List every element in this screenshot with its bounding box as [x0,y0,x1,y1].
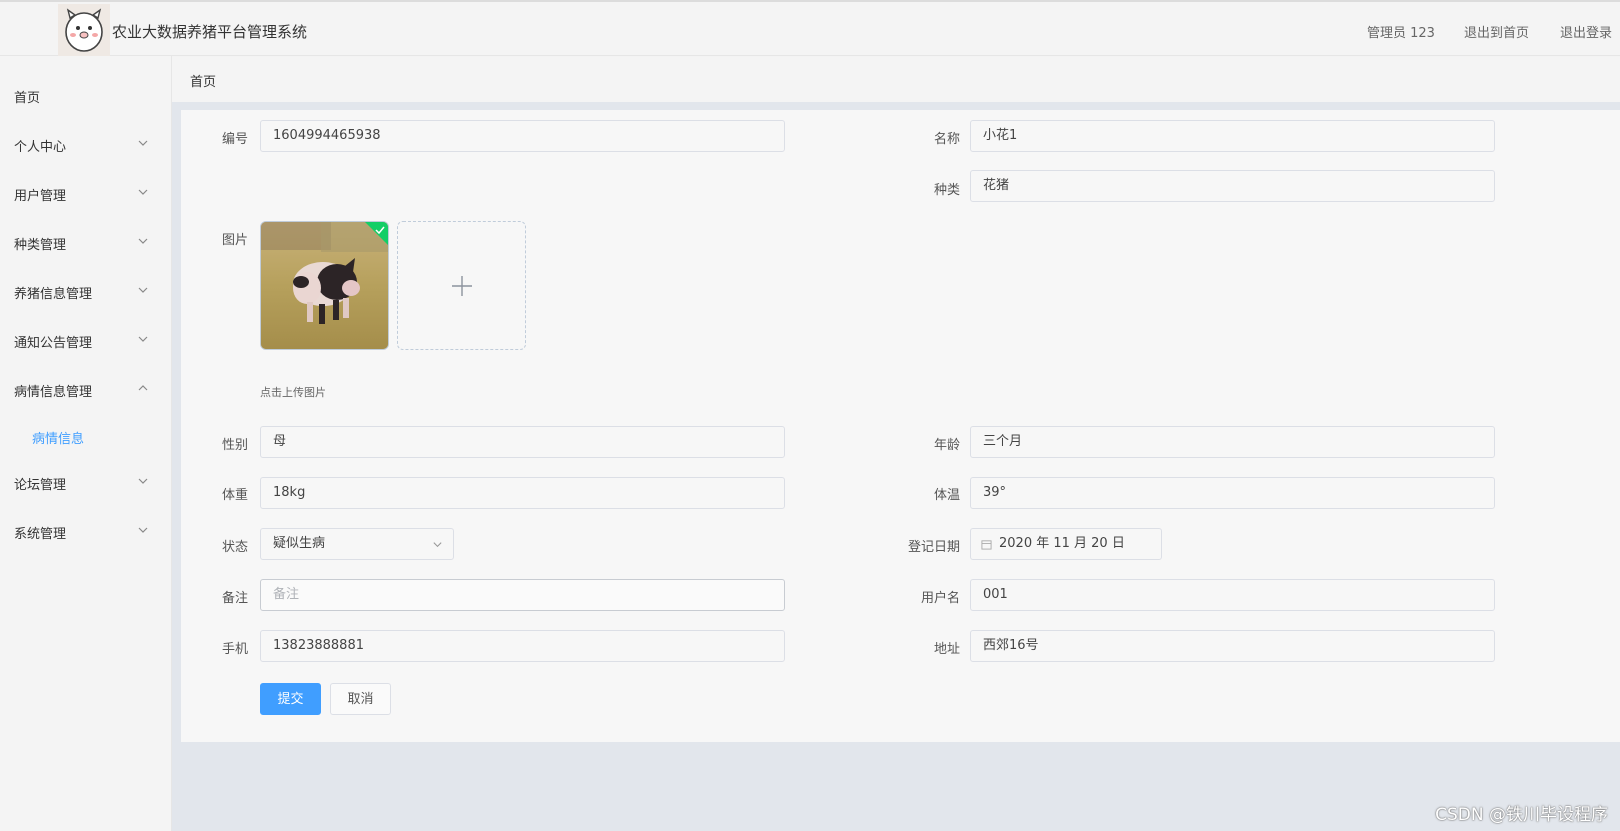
sidebar-item-label: 养猪信息管理 [14,287,93,302]
watermark: CSDN @铁川毕设程序 [1435,805,1608,825]
breadcrumb-home[interactable]: 首页 [190,71,216,90]
age-field[interactable]: 三个月 [970,426,1495,458]
sidebar-item-label: 首页 [14,91,41,106]
sidebar-item-label: 系统管理 [14,527,67,542]
weight-label: 体重 [221,488,248,503]
sidebar-item-user-management[interactable]: 用户管理 [0,172,171,216]
sidebar-item-notice-management[interactable]: 通知公告管理 [0,319,171,363]
top-bar: 农业大数据养猪平台管理系统 管理员 123 退出到首页 退出登录 [0,0,1620,56]
code-label: 编号 [221,132,248,147]
temperature-field[interactable]: 39° [970,477,1495,509]
sidebar-item-pig-info-management[interactable]: 养猪信息管理 [0,270,171,314]
phone-label: 手机 [221,642,248,657]
remark-label: 备注 [221,591,248,606]
sidebar-item-label: 个人中心 [14,140,67,155]
status-select-value: 疑似生病 [273,536,326,551]
upload-tip: 点击上传图片 [260,386,326,399]
address-label: 地址 [933,642,960,657]
phone-field[interactable]: 13823888881 [260,630,785,662]
weight-field[interactable]: 18kg [260,477,785,509]
cancel-button[interactable]: 取消 [330,683,391,715]
status-label: 状态 [221,540,248,555]
temperature-label: 体温 [933,488,960,503]
breadcrumb: 首页 [172,57,1620,102]
sidebar-item-forum-management[interactable]: 论坛管理 [0,461,171,505]
submit-button[interactable]: 提交 [260,683,321,715]
chevron-down-icon [138,336,148,342]
chevron-down-icon [138,287,148,293]
plus-icon [452,276,472,296]
chevron-down-icon [138,238,148,244]
uploaded-pig-image[interactable] [260,221,389,350]
sidebar-item-home[interactable]: 首页 [0,74,171,118]
address-field[interactable]: 西郊16号 [970,630,1495,662]
sidebar-item-label: 用户管理 [14,189,67,204]
chevron-down-icon [138,140,148,146]
sidebar-subitem-label: 病情信息 [32,432,85,447]
code-field[interactable]: 1604994465938 [260,120,785,152]
image-label: 图片 [221,233,248,248]
gender-field[interactable]: 母 [260,426,785,458]
sidebar-item-label: 通知公告管理 [14,336,93,351]
sidebar-item-label: 论坛管理 [14,478,67,493]
chevron-down-icon [138,527,148,533]
status-select[interactable]: 疑似生病 [260,528,454,560]
upload-add-button[interactable] [397,221,526,350]
category-label: 种类 [933,183,960,198]
reg-date-label: 登记日期 [907,540,960,555]
back-to-home-link[interactable]: 退出到首页 [1464,22,1529,41]
username-label: 用户名 [920,591,960,606]
name-field[interactable]: 小花1 [970,120,1495,152]
current-user: 管理员 123 [1367,26,1435,41]
remark-field[interactable]: 备注 [260,579,785,611]
sidebar-item-disease-info-management[interactable]: 病情信息管理 [0,368,171,412]
sidebar: 首页 个人中心 用户管理 种类管理 养猪信息管理 通知公告管理 病情信息管理 病… [0,56,172,831]
sidebar-item-label: 种类管理 [14,238,67,253]
chevron-down-icon [433,542,442,548]
sidebar-item-category-management[interactable]: 种类管理 [0,221,171,265]
logout-link[interactable]: 退出登录 [1560,22,1612,41]
sidebar-item-personal-center[interactable]: 个人中心 [0,123,171,167]
sidebar-subitem-disease-info[interactable]: 病情信息 [0,418,171,454]
reg-date-value: 2020 年 11 月 20 日 [999,536,1125,551]
chevron-down-icon [138,478,148,484]
logo [58,4,110,56]
sidebar-item-system-management[interactable]: 系统管理 [0,510,171,554]
sidebar-item-label: 病情信息管理 [14,385,93,400]
reg-date-picker[interactable]: 2020 年 11 月 20 日 [970,528,1162,560]
gender-label: 性别 [221,438,248,453]
category-field[interactable]: 花猪 [970,170,1495,202]
app-title: 农业大数据养猪平台管理系统 [112,23,308,41]
chevron-up-icon [138,385,148,391]
chevron-down-icon [138,189,148,195]
username-field[interactable]: 001 [970,579,1495,611]
calendar-icon [981,540,992,550]
age-label: 年龄 [933,438,960,453]
name-label: 名称 [933,132,960,147]
